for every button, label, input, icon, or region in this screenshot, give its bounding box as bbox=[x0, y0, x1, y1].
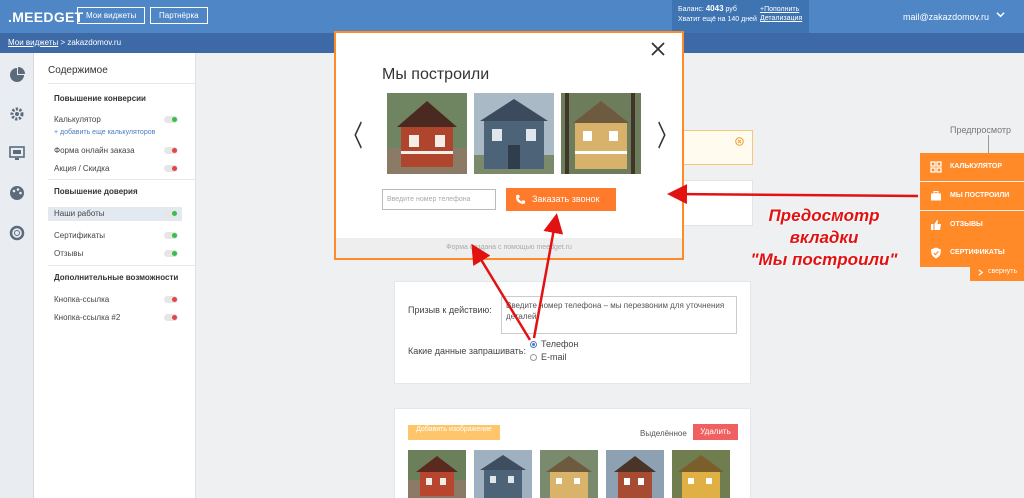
arrow-to-modal bbox=[667, 184, 919, 205]
annotation-caption: Предосмотр вкладки "Мы построили" bbox=[724, 205, 924, 271]
arrow-to-call-button bbox=[532, 213, 564, 339]
annotation-line: "Мы построили" bbox=[750, 250, 898, 269]
annotation-line: Предосмотр bbox=[768, 206, 880, 225]
arrow-to-phone-field bbox=[471, 243, 532, 341]
annotation-line: вкладки bbox=[789, 228, 859, 247]
